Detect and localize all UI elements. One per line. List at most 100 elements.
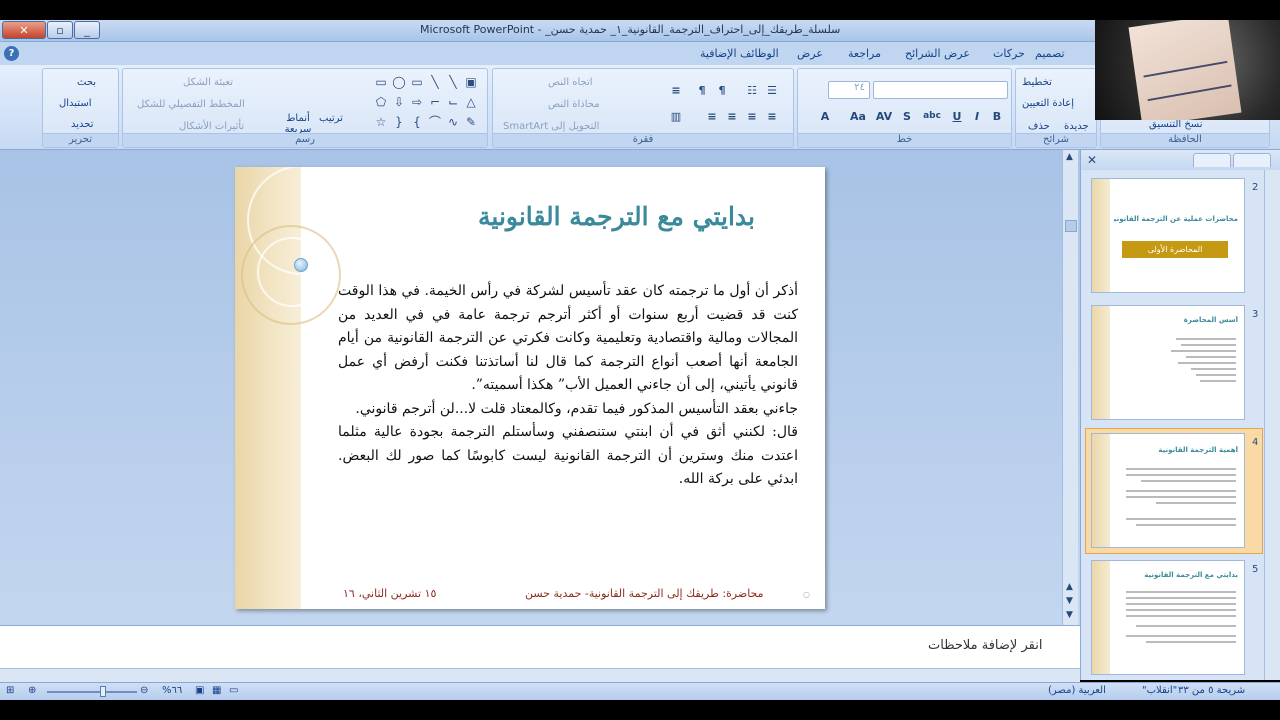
quick-styles-button[interactable]: أنماط سريعة <box>281 113 315 135</box>
zoom-slider[interactable] <box>47 691 137 693</box>
zoom-slider-knob[interactable] <box>100 686 106 697</box>
curve-shape-icon[interactable]: ∿ <box>445 115 461 129</box>
underline-button[interactable]: U <box>948 107 966 125</box>
connector2-shape-icon[interactable]: ⌙ <box>445 95 461 109</box>
tab-design[interactable]: تصميم <box>1035 47 1065 60</box>
connector-shape-icon[interactable]: ⌐ <box>427 95 443 109</box>
replace-button[interactable]: استبدال <box>59 98 92 109</box>
arrow-down-shape-icon[interactable]: ⇩ <box>391 95 407 109</box>
thumb-line <box>1186 356 1236 358</box>
tab-review[interactable]: مراجعة <box>848 47 881 60</box>
tab-slides[interactable] <box>1233 153 1271 167</box>
minimize-icon[interactable]: _ <box>74 21 100 39</box>
slide-canvas[interactable]: بدايتي مع الترجمة القانونية أذكر أن أول … <box>235 167 825 609</box>
horizontal-scrollbar[interactable] <box>0 668 1080 682</box>
char-spacing-button[interactable]: AV <box>872 107 896 125</box>
shape-effects-button[interactable]: تأثيرات الأشكال <box>179 121 244 132</box>
pentagon-shape-icon[interactable]: ⬠ <box>373 95 389 109</box>
view-slideshow-icon[interactable]: ▭ <box>229 685 238 696</box>
zoom-in-icon[interactable]: ⊕ <box>28 685 36 696</box>
align-left-button[interactable]: ≡ <box>723 107 741 125</box>
tab-view[interactable]: عرض <box>797 47 823 60</box>
ltr-button[interactable]: ¶ <box>693 81 711 99</box>
ribbon-tabs: ? تصميم حركات عرض الشرائح مراجعة عرض الو… <box>0 42 1095 65</box>
new-slide-button[interactable]: جديدة <box>1064 121 1089 132</box>
columns-button[interactable]: ▥ <box>667 107 685 125</box>
font-color-button[interactable]: A <box>816 107 834 125</box>
change-case-button[interactable]: Aa <box>846 107 870 125</box>
star-shape-icon[interactable]: ☆ <box>373 115 389 129</box>
fit-window-icon[interactable]: ⊞ <box>6 685 14 696</box>
arrow-right-shape-icon[interactable]: ⇨ <box>409 95 425 109</box>
next-slide-icon[interactable]: ▼ <box>1066 596 1073 606</box>
tab-animations[interactable]: حركات <box>993 47 1025 60</box>
arc-shape-icon[interactable]: ⌒ <box>427 115 443 129</box>
slide-counter: شريحة ٥ من ٣٣ <box>1178 685 1246 696</box>
scroll-up-icon[interactable]: ▲ <box>1066 152 1073 162</box>
shape-fill-button[interactable]: تعبئة الشكل <box>183 77 233 88</box>
italic-button[interactable]: I <box>968 107 986 125</box>
arrange-button[interactable]: ترتيب <box>319 113 343 124</box>
thumb-line <box>1181 344 1236 346</box>
delete-slide-button[interactable]: حذف <box>1028 121 1050 132</box>
zoom-out-icon[interactable]: ⊖ <box>140 685 148 696</box>
align-text-button[interactable]: محاذاة النص <box>548 99 600 110</box>
triangle-shape-icon[interactable]: △ <box>463 95 479 109</box>
rectangle-shape-icon[interactable]: ▭ <box>373 75 389 89</box>
rtl-button[interactable]: ¶ <box>713 81 731 99</box>
justify-button[interactable]: ≡ <box>703 107 721 125</box>
slide-vertical-scrollbar[interactable]: ▲ ▲ ▼ ▼ <box>1062 150 1078 625</box>
brace2-shape-icon[interactable]: { <box>409 115 425 129</box>
line-shape-icon[interactable]: ╲ <box>427 75 443 89</box>
font-name-box[interactable] <box>873 81 1008 99</box>
thumb-band <box>1092 179 1110 292</box>
layout-button[interactable]: تخطيط <box>1022 77 1052 88</box>
bold-button[interactable]: B <box>988 107 1006 125</box>
slide-thumbnail[interactable]: أسس المحاضرة <box>1091 305 1245 420</box>
select-button[interactable]: تحديد <box>71 119 94 130</box>
find-button[interactable]: بحث <box>77 77 96 88</box>
pane-scrollbar[interactable] <box>1264 170 1280 680</box>
zoom-level[interactable]: ٦٦% <box>162 685 182 696</box>
view-sorter-icon[interactable]: ▦ <box>212 685 221 696</box>
slide-body[interactable]: أذكر أن أول ما ترجمته كان عقد تأسيس لشرك… <box>338 280 798 492</box>
font-size-box[interactable]: ٢٤ <box>828 81 870 99</box>
textbox-shape-icon[interactable]: ▣ <box>463 75 479 89</box>
copy-format-button[interactable]: نسخ التنسيق <box>1149 119 1202 130</box>
prev-slide-icon[interactable]: ▲ <box>1066 582 1073 592</box>
tab-add-ins[interactable]: الوظائف الإضافية <box>700 47 779 60</box>
tab-outline[interactable] <box>1193 153 1231 167</box>
bullets-button[interactable]: ☰ <box>763 81 781 99</box>
slide-title[interactable]: بدايتي مع الترجمة القانونية <box>355 202 755 231</box>
convert-smartart-button[interactable]: التحويل إلى SmartArt <box>503 121 599 132</box>
maximize-icon[interactable]: ▫ <box>47 21 73 39</box>
notes-area[interactable]: انقر لإضافة ملاحظات <box>0 625 1080 668</box>
thumb-line <box>1126 609 1236 611</box>
close-icon[interactable]: ✕ <box>1087 153 1097 167</box>
align-center-button[interactable]: ≡ <box>743 107 761 125</box>
line2-shape-icon[interactable]: ╲ <box>445 75 461 89</box>
language-status[interactable]: العربية (مصر) <box>1048 685 1106 696</box>
shadow-button[interactable]: S <box>898 107 916 125</box>
slide-thumbnail[interactable]: محاضرات عملية عن الترجمة القانونية المحا… <box>1091 178 1245 293</box>
text-direction-button[interactable]: اتجاه النص <box>548 77 593 88</box>
scroll-down-icon[interactable]: ▼ <box>1066 610 1073 620</box>
strikethrough-button[interactable]: abc <box>920 107 944 125</box>
slide-thumbnail[interactable]: أهمية الترجمة القانونية <box>1091 433 1245 548</box>
status-bar: شريحة ٥ من ٣٣ "انقلاب" العربية (مصر) ٦٦%… <box>0 682 1280 700</box>
rect2-shape-icon[interactable]: ▭ <box>409 75 425 89</box>
freeform-shape-icon[interactable]: ✎ <box>463 115 479 129</box>
close-icon[interactable]: ✕ <box>2 21 46 39</box>
reset-button[interactable]: إعادة التعيين <box>1022 98 1074 109</box>
line-spacing-button[interactable]: ≡ <box>667 81 685 99</box>
view-normal-icon[interactable]: ▣ <box>195 685 204 696</box>
align-right-button[interactable]: ≡ <box>763 107 781 125</box>
help-icon[interactable]: ? <box>4 46 19 61</box>
oval-shape-icon[interactable]: ◯ <box>391 75 407 89</box>
shape-outline-button[interactable]: المخطط التفصيلي للشكل <box>137 99 245 110</box>
numbering-button[interactable]: ☷ <box>743 81 761 99</box>
scroll-thumb[interactable] <box>1065 220 1077 232</box>
slide-thumbnail[interactable]: بدايتي مع الترجمة القانونية <box>1091 560 1245 675</box>
tab-slide-show[interactable]: عرض الشرائح <box>905 47 970 60</box>
brace-shape-icon[interactable]: } <box>391 115 407 129</box>
